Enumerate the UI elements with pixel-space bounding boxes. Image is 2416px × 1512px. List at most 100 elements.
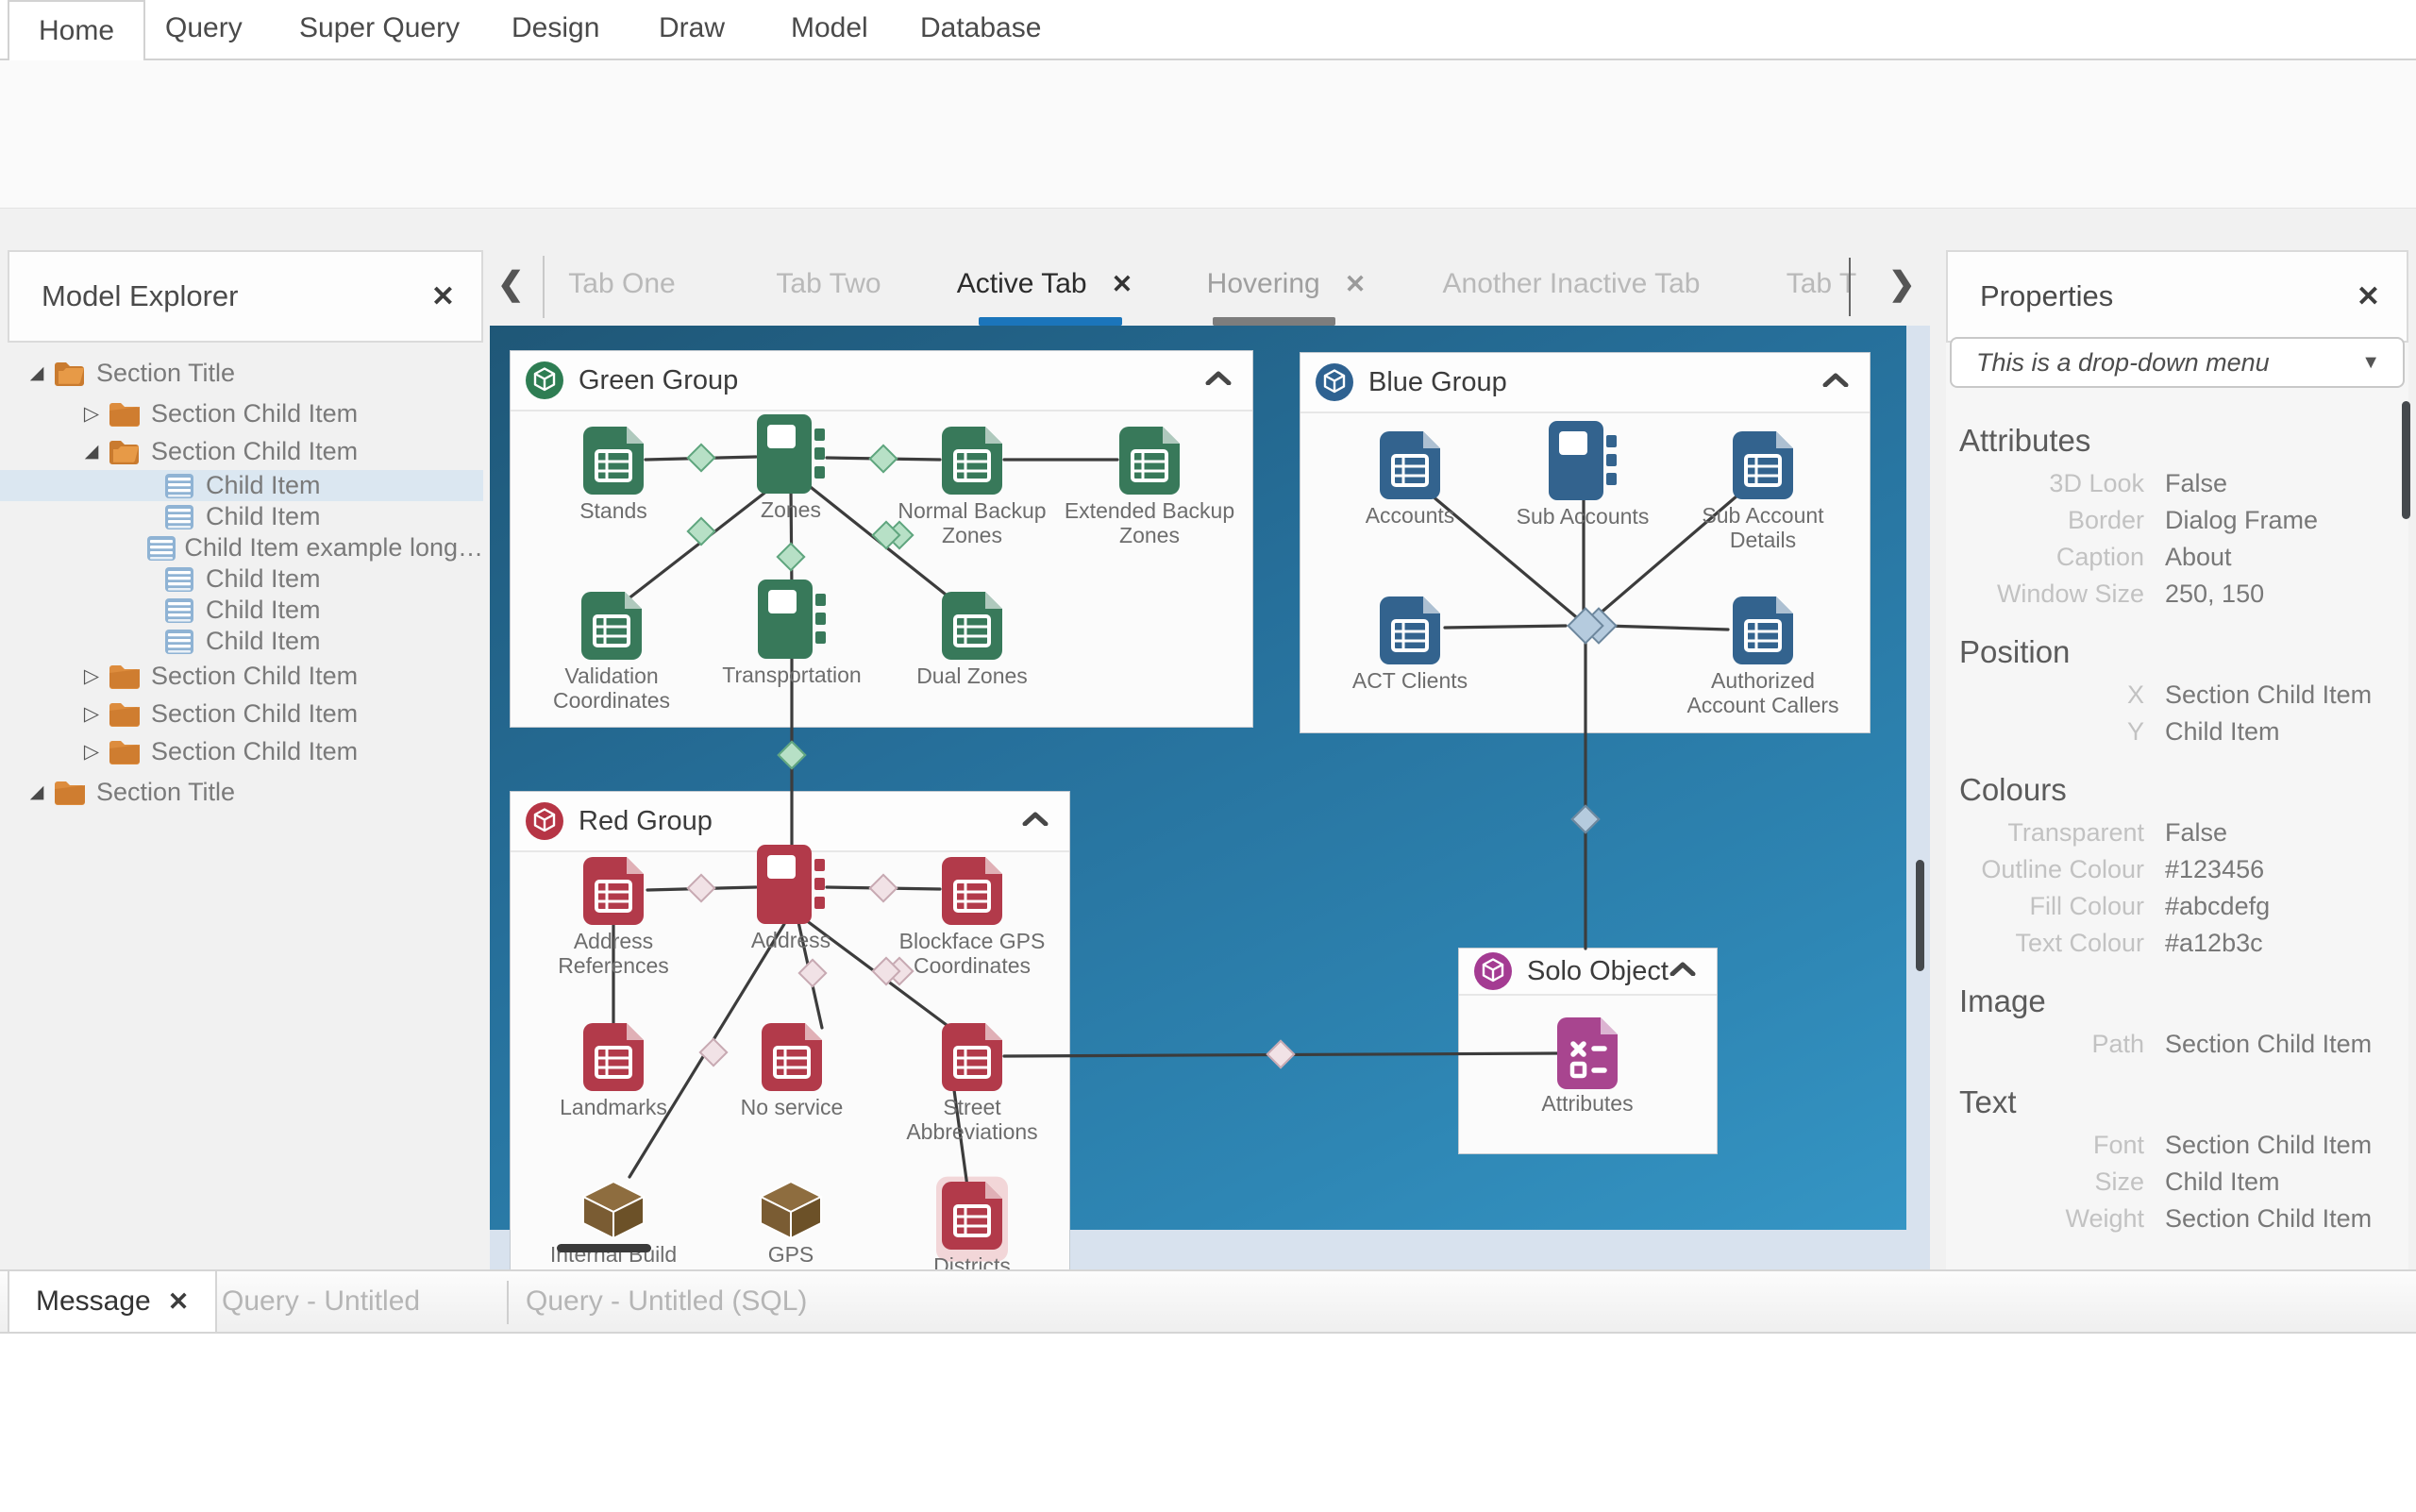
bottom-tab-query-untitled-sql[interactable]: Query - Untitled (SQL) — [526, 1271, 807, 1332]
property-value[interactable]: Section Child Item — [2165, 1030, 2372, 1059]
property-value[interactable]: Section Child Item — [2165, 1131, 2372, 1160]
tab-active-tab[interactable]: Active Tab✕ — [957, 250, 1132, 318]
node-sub-accounts[interactable] — [1549, 421, 1617, 500]
tree-item-section-child-item[interactable]: ▷Section Child Item — [0, 695, 483, 732]
tab-hovering[interactable]: Hovering✕ — [1207, 250, 1367, 318]
node-stands[interactable] — [583, 427, 644, 495]
property-value[interactable]: Child Item — [2165, 1168, 2280, 1197]
node-attributes[interactable] — [1557, 1017, 1618, 1089]
collapse-chevron-icon[interactable] — [1022, 812, 1049, 831]
tree-item-section-title[interactable]: ◢Section Title — [0, 770, 483, 814]
node-blockface-gps-coordinates[interactable] — [942, 857, 1002, 925]
bottom-tab-label: Message — [36, 1285, 151, 1318]
tree-item-child-item[interactable]: Child Item — [0, 563, 483, 595]
tree-item-child-item[interactable]: Child Item — [0, 595, 483, 626]
tree-item-section-child-item[interactable]: ▷Section Child Item — [0, 657, 483, 695]
property-value[interactable]: 250, 150 — [2165, 580, 2264, 609]
menu-item-query[interactable]: Query — [165, 0, 243, 57]
node-act-clients[interactable] — [1380, 596, 1440, 664]
property-value[interactable]: False — [2165, 818, 2227, 848]
node-address-references[interactable] — [583, 857, 644, 925]
doc-icon — [1733, 431, 1793, 499]
table-icon — [146, 535, 176, 562]
node-address[interactable] — [757, 845, 825, 924]
doc-icon — [1119, 427, 1180, 495]
collapse-chevron-icon[interactable] — [1669, 962, 1696, 981]
tab-scroll-left-icon[interactable]: ❮ — [497, 265, 525, 303]
tree-expand-icon[interactable]: ◢ — [23, 781, 51, 803]
tab-tab-one[interactable]: Tab One — [568, 250, 675, 318]
bottom-tab-message[interactable]: Message ✕ — [8, 1271, 217, 1332]
tree-collapse-icon[interactable]: ▷ — [77, 702, 106, 726]
properties-dropdown[interactable]: This is a drop-down menu ▼ — [1950, 337, 2405, 388]
menu-item-design[interactable]: Design — [512, 0, 599, 57]
tab-another-inactive-tab[interactable]: Another Inactive Tab — [1443, 250, 1701, 318]
canvas-scrollbar[interactable] — [1916, 860, 1924, 971]
tree-collapse-icon[interactable]: ▷ — [77, 402, 106, 426]
bottom-tab-close-icon[interactable]: ✕ — [168, 1287, 190, 1317]
property-value[interactable]: #123456 — [2165, 855, 2264, 884]
tree-item-section-child-item[interactable]: ◢Section Child Item — [0, 432, 483, 470]
property-value[interactable]: Dialog Frame — [2165, 506, 2318, 535]
node-sub-account-details[interactable] — [1733, 431, 1793, 499]
tree-collapse-icon[interactable]: ▷ — [77, 664, 106, 688]
collapse-chevron-icon[interactable] — [1205, 371, 1232, 390]
node-authorized-account-callers[interactable] — [1733, 596, 1793, 664]
property-value[interactable]: #abcdefg — [2165, 892, 2270, 921]
menu-item-draw[interactable]: Draw — [659, 0, 725, 57]
tab-scroll-right-icon[interactable]: ❯ — [1888, 265, 1916, 303]
properties-close-icon[interactable]: ✕ — [2357, 280, 2380, 313]
property-value[interactable]: Section Child Item — [2165, 1204, 2372, 1234]
node-normal-backup-zones[interactable] — [942, 427, 1002, 495]
tab-tab-two[interactable]: Tab Two — [776, 250, 881, 318]
property-value[interactable]: #a12b3c — [2165, 929, 2263, 958]
tree-item-section-title[interactable]: ◢Section Title — [0, 351, 483, 395]
node-label-dual-zones: Dual Zones — [885, 664, 1059, 688]
tree-expand-icon[interactable]: ◢ — [77, 441, 106, 462]
property-label: Fill Colour — [1946, 892, 2144, 921]
tree-expand-icon[interactable]: ◢ — [23, 362, 51, 384]
tree-item-section-child-item[interactable]: ▷Section Child Item — [0, 395, 483, 432]
node-transportation[interactable] — [758, 580, 826, 659]
journal-icon — [758, 580, 826, 659]
bottom-tab-query-untitled[interactable]: Query - Untitled — [222, 1271, 420, 1332]
tree-item-label: Child Item — [206, 564, 321, 594]
node-districts[interactable] — [942, 1182, 1002, 1250]
property-value[interactable]: Section Child Item — [2165, 680, 2372, 710]
node-internal-build[interactable] — [580, 1180, 646, 1240]
menu-item-database[interactable]: Database — [920, 0, 1041, 57]
tree-item-child-item[interactable]: Child Item — [0, 470, 483, 501]
menu-item-model[interactable]: Model — [791, 0, 868, 57]
doc-icon — [942, 1023, 1002, 1091]
menu-item-home[interactable]: Home — [8, 0, 145, 60]
tab-close-icon[interactable]: ✕ — [1112, 270, 1133, 299]
collapse-chevron-icon[interactable] — [1822, 373, 1849, 392]
tree-item-child-item-example-long[interactable]: Child Item example long… — [0, 532, 483, 563]
node-accounts[interactable] — [1380, 431, 1440, 499]
property-label: Border — [1946, 506, 2144, 535]
node-zones[interactable] — [757, 414, 825, 494]
property-value[interactable]: About — [2165, 543, 2232, 572]
property-value[interactable]: Child Item — [2165, 717, 2280, 747]
property-row-weight: WeightSection Child Item — [1946, 1201, 2407, 1237]
node-dual-zones[interactable] — [942, 592, 1002, 660]
tree-item-child-item[interactable]: Child Item — [0, 501, 483, 532]
node-extended-backup-zones[interactable] — [1119, 427, 1180, 495]
properties-scrollbar[interactable] — [2402, 401, 2410, 519]
property-row-font: FontSection Child Item — [1946, 1127, 2407, 1164]
tree-item-section-child-item[interactable]: ▷Section Child Item — [0, 732, 483, 770]
node-landmarks[interactable] — [583, 1023, 644, 1091]
menu-item-super-query[interactable]: Super Query — [299, 0, 460, 57]
tab-close-icon[interactable]: ✕ — [1345, 270, 1367, 299]
node-street-abbreviations[interactable] — [942, 1023, 1002, 1091]
node-no-service[interactable] — [762, 1023, 822, 1091]
tree-item-child-item[interactable]: Child Item — [0, 626, 483, 657]
property-value[interactable]: False — [2165, 469, 2227, 498]
node-validation-coordinates[interactable] — [581, 592, 642, 660]
node-gps[interactable] — [758, 1180, 824, 1240]
menu-bar: Home Query Super Query Design Draw Model Datab… — [0, 0, 2416, 60]
diagram-canvas[interactable]: Green GroupBlue GroupRed GroupSolo Objec… — [490, 326, 1930, 1269]
tab-tab-t[interactable]: Tab T — [1787, 250, 1857, 318]
tree-collapse-icon[interactable]: ▷ — [77, 740, 106, 764]
model-explorer-close-icon[interactable]: ✕ — [431, 280, 455, 313]
